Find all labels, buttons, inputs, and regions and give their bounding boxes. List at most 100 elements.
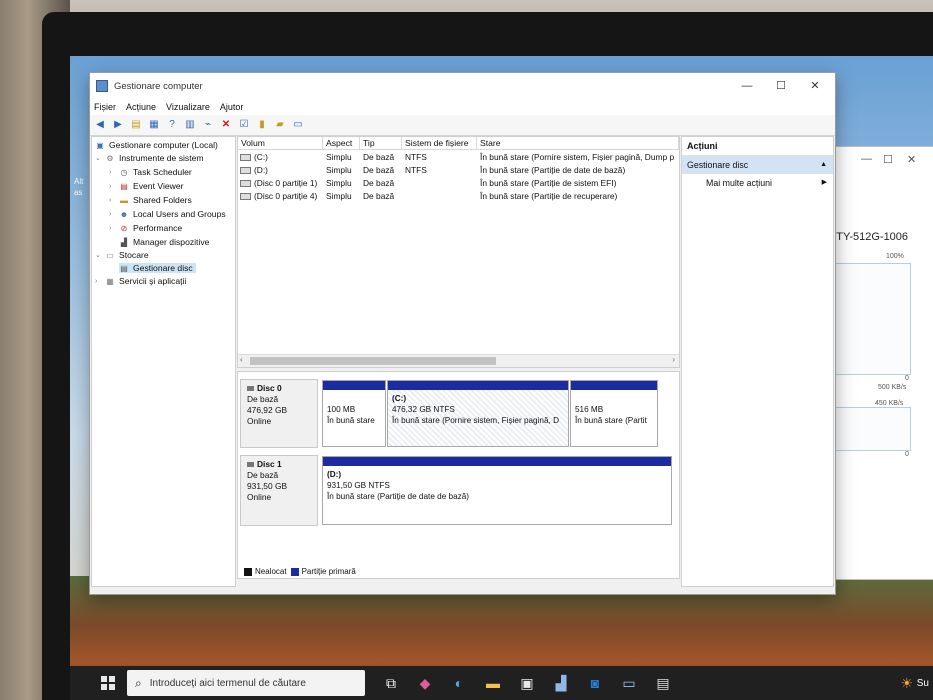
check-icon[interactable]: ☑ (238, 119, 250, 131)
more-actions-item[interactable]: Mai multe acțiuni ▶ (682, 174, 833, 192)
event-log-icon: ▤ (120, 181, 128, 191)
tree-label: Servicii și aplicații (119, 276, 187, 286)
format-icon[interactable]: ▰ (274, 119, 286, 131)
tree-item-services[interactable]: › ▦ Servicii și aplicații (95, 276, 186, 286)
expand-chevron-icon[interactable]: › (109, 225, 117, 232)
help-icon[interactable]: ? (166, 119, 178, 131)
delete-icon[interactable]: ✕ (220, 119, 232, 131)
copilot-icon[interactable]: ◆ (415, 673, 435, 693)
column-header-layout[interactable]: Aspect (323, 137, 360, 150)
volume-list[interactable]: Volum Aspect Tip Sistem de fișiere Stare… (237, 136, 680, 368)
collapse-chevron-icon[interactable]: ⌄ (95, 251, 103, 259)
connect-icon[interactable]: ⌁ (202, 119, 214, 131)
minimize-icon[interactable]: — (861, 153, 872, 165)
users-icon: ☻ (119, 209, 129, 219)
disk-0-label[interactable]: Disc 0 De bază 476,92 GB Online (240, 379, 318, 448)
partition-efi[interactable]: 100 MB În bună stare (322, 380, 386, 447)
tree-item-device-manager[interactable]: ▟ Manager dispozitive (119, 237, 210, 247)
disk-1-label[interactable]: Disc 1 De bază 931,50 GB Online (240, 455, 318, 526)
tree-item-task-scheduler[interactable]: › ◷ Task Scheduler (109, 167, 192, 177)
scroll-right-icon[interactable]: › (672, 355, 675, 364)
show-hide-tree-icon[interactable]: ▦ (148, 119, 160, 131)
scrollbar-thumb[interactable] (250, 357, 496, 365)
expand-chevron-icon[interactable]: › (109, 211, 117, 218)
expand-chevron-icon[interactable]: › (95, 278, 103, 285)
disk-size: 476,92 GB (247, 405, 288, 415)
up-folder-icon[interactable]: ▤ (130, 119, 142, 131)
drive-icon (240, 167, 251, 175)
printer-icon[interactable]: ▤ (653, 673, 673, 693)
column-header-type[interactable]: Tip (360, 137, 402, 150)
title-bar[interactable]: Gestionare computer — ☐ ✕ (90, 73, 835, 99)
partition-text: 516 MB În bună stare (Partit (571, 390, 657, 426)
forward-arrow-icon[interactable]: ▶ (112, 119, 124, 131)
partition-recovery[interactable]: 516 MB În bună stare (Partit (570, 380, 658, 447)
horizontal-scrollbar[interactable]: ‹ › (238, 354, 679, 367)
back-arrow-icon[interactable]: ◀ (94, 119, 106, 131)
column-header-status[interactable]: Stare (477, 137, 679, 150)
tree-label: Performance (133, 223, 183, 233)
scroll-left-icon[interactable]: ‹ (240, 355, 243, 364)
menu-file[interactable]: Fișier (94, 102, 116, 112)
computer-management-window[interactable]: Gestionare computer — ☐ ✕ Fișier Acțiune… (89, 72, 836, 595)
desktop-icon-label[interactable]: Alt as (74, 176, 83, 198)
menu-view[interactable]: Vizualizare (166, 102, 210, 112)
disk-graphical-view[interactable]: Disc 0 De bază 476,92 GB Online 100 MB Î… (237, 371, 680, 579)
volume-name: (D:) (254, 165, 268, 175)
window-title: Gestionare computer (114, 80, 203, 92)
disk-type: De bază (247, 470, 279, 480)
collapse-chevron-icon[interactable]: ⌄ (95, 154, 103, 162)
volume-name: (C:) (254, 152, 268, 162)
column-header-file-system[interactable]: Sistem de fișiere (402, 137, 477, 150)
properties-icon[interactable]: ▥ (184, 119, 196, 131)
collapse-triangle-icon[interactable]: ▲ (820, 156, 827, 174)
new-volume-icon[interactable]: ▮ (256, 119, 268, 131)
close-button[interactable]: ✕ (798, 73, 832, 99)
graph-max-label: 100% (886, 253, 904, 260)
tree-item-disk-management[interactable]: ▤ Gestionare disc (119, 263, 196, 273)
file-explorer-icon[interactable]: ▬ (483, 673, 503, 693)
column-header-volume[interactable]: Volum (238, 137, 323, 150)
windows-start-icon[interactable] (101, 676, 115, 690)
disk-status: Online (247, 492, 272, 502)
actions-section-disk-management[interactable]: Gestionare disc ▲ (682, 156, 833, 174)
folder-icon: ▬ (120, 195, 128, 205)
tree-item-event-viewer[interactable]: › ▤ Event Viewer (109, 181, 183, 191)
expand-chevron-icon[interactable]: › (109, 197, 117, 204)
transfer-rate-label-2: 450 KB/s (875, 400, 904, 407)
maximize-button[interactable]: ☐ (764, 73, 798, 99)
tree-item-shared-folders[interactable]: › ▬ Shared Folders (109, 195, 192, 205)
tools-icon: ⚙ (106, 153, 114, 163)
expand-chevron-icon[interactable]: › (109, 183, 117, 190)
weather-icon[interactable]: ☀ (897, 673, 917, 693)
task-view-icon[interactable]: ⧉ (381, 673, 401, 693)
tree-item-performance[interactable]: › ⊘ Performance (109, 223, 182, 233)
disk-name: Disc 1 (257, 459, 282, 469)
tree-item-root[interactable]: ▣ Gestionare computer (Local) (95, 140, 218, 150)
partition-name: (D:) (327, 470, 342, 479)
outlook-icon[interactable]: ◙ (585, 673, 605, 693)
minimize-button[interactable]: — (730, 73, 764, 99)
computer-management-taskbar-icon[interactable]: ▟ (551, 673, 571, 693)
partition-size: 516 MB (575, 405, 604, 414)
legend: Nealocat Partiție primară (241, 567, 356, 576)
tree-label: Stocare (119, 250, 149, 260)
taskbar-search-box[interactable]: ⌕ Introduceți aici termenul de căutare (127, 670, 365, 696)
expand-chevron-icon[interactable]: › (109, 169, 117, 176)
menu-help[interactable]: Ajutor (220, 102, 244, 112)
store-icon[interactable]: ▣ (517, 673, 537, 693)
partition-status: În bună stare (Pornire sistem, Fișier pa… (392, 416, 560, 425)
close-icon[interactable]: ✕ (907, 153, 916, 166)
remote-desktop-icon[interactable]: ▭ (619, 673, 639, 693)
maximize-icon[interactable]: ☐ (883, 153, 893, 166)
list-view-icon[interactable]: ▭ (292, 119, 304, 131)
edge-icon[interactable]: ◐ (449, 673, 469, 693)
tree-item-local-users[interactable]: › ☻ Local Users and Groups (109, 209, 226, 219)
partition-d[interactable]: (D:) 931,50 GB NTFS În bună stare (Parti… (322, 456, 672, 525)
tree-item-system-tools[interactable]: ⌄ ⚙ Instrumente de sistem (95, 153, 204, 163)
menu-action[interactable]: Acțiune (126, 102, 156, 112)
performance-icon: ⊘ (120, 223, 128, 233)
tree-item-storage[interactable]: ⌄ ▭ Stocare (95, 250, 149, 260)
status-cell: În bună stare (Pornire sistem, Fișier pa… (480, 152, 675, 162)
partition-c[interactable]: (C:) 476,32 GB NTFS În bună stare (Porni… (387, 380, 569, 447)
